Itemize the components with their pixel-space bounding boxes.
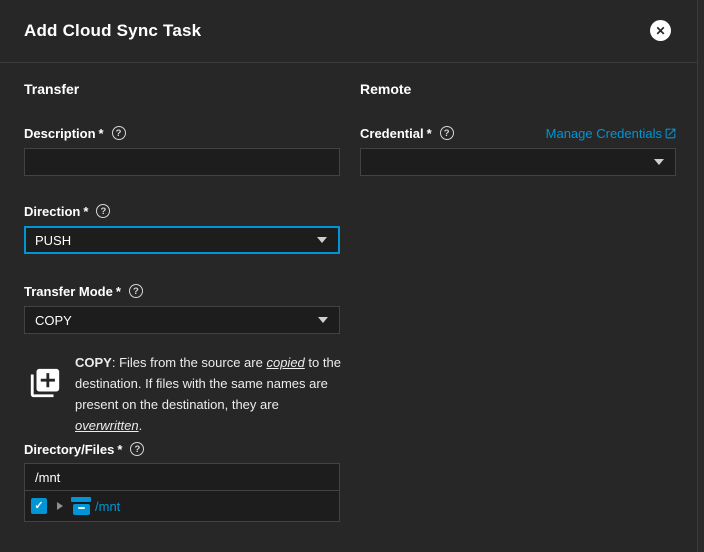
dialog-title: Add Cloud Sync Task [24,21,201,41]
required-asterisk: * [116,284,121,299]
caret-down-icon [654,159,664,165]
required-asterisk: * [117,442,122,457]
description-label: Description* ? [24,125,126,141]
external-link-icon [664,127,677,140]
remote-section-heading: Remote [360,81,411,97]
transfer-mode-label: Transfer Mode* ? [24,283,143,299]
add-cloud-sync-task-dialog: Add Cloud Sync Task ✕ Transfer Descripti… [0,0,704,552]
help-icon[interactable]: ? [112,126,126,140]
directory-files-label: Directory/Files* ? [24,441,144,457]
close-x-glyph: ✕ [655,25,665,37]
tree-checkbox-checked[interactable]: ✓ [31,498,47,514]
copy-plus-icon [28,366,62,400]
close-icon[interactable]: ✕ [650,20,671,41]
required-asterisk: * [83,204,88,219]
triangle-right-icon[interactable] [57,502,63,510]
transfer-mode-selected-value: COPY [35,313,72,328]
help-icon[interactable]: ? [130,442,144,456]
caret-down-icon [317,237,327,243]
copy-hint-text: COPY: Files from the source are copied t… [75,352,345,436]
directory-files-input[interactable] [24,463,340,491]
help-icon[interactable]: ? [440,126,454,140]
credential-label: Credential* ? [360,125,454,141]
tree-node-label[interactable]: /mnt [95,499,120,514]
dataset-archive-icon [71,497,91,515]
direction-select[interactable]: PUSH [24,226,340,254]
manage-credentials-link[interactable]: Manage Credentials [546,125,677,141]
directory-tree-row[interactable]: ✓ /mnt [24,490,340,522]
transfer-mode-select[interactable]: COPY [24,306,340,334]
required-asterisk: * [427,126,432,141]
dialog-header: Add Cloud Sync Task ✕ [0,0,697,63]
description-input[interactable] [24,148,340,176]
help-icon[interactable]: ? [129,284,143,298]
direction-selected-value: PUSH [35,233,71,248]
required-asterisk: * [99,126,104,141]
transfer-section-heading: Transfer [24,81,79,97]
scrollbar-gutter[interactable] [697,0,704,552]
caret-down-icon [318,317,328,323]
help-icon[interactable]: ? [96,204,110,218]
credential-select[interactable] [360,148,676,176]
direction-label: Direction* ? [24,203,110,219]
